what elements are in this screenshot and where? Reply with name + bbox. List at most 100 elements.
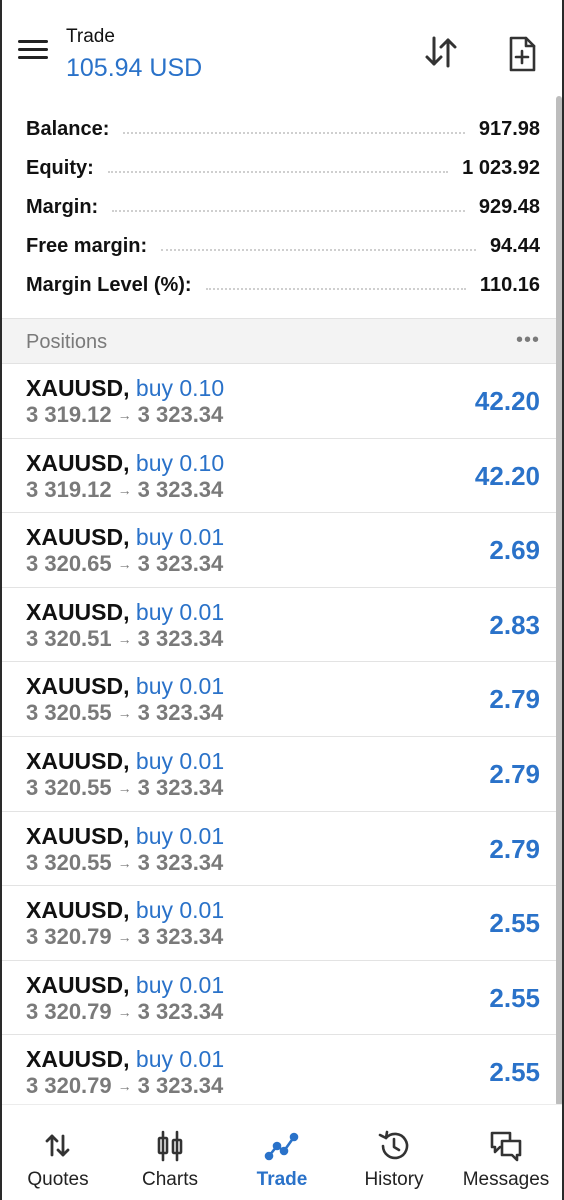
position-symbol: XAUUSD, [26,449,130,476]
menu-icon[interactable] [18,40,48,64]
free-margin-value: 94.44 [489,235,540,257]
position-direction: buy 0.01 [135,897,225,924]
page-title: Trade [66,26,115,47]
position-symbol: XAUUSD, [26,598,130,625]
scrollbar[interactable] [556,96,562,1106]
trade-screen: Trade 105.94 USD Balance: 917.98 Equity:… [0,0,564,1200]
arrow-right-icon: → [117,630,132,647]
position-profit: 2.55 [489,982,540,1013]
position-symbol: XAUUSD, [26,673,130,700]
account-summary: Balance: 917.98 Equity: 1 023.92 Margin:… [2,110,562,305]
open-price: 3 319.12 [26,476,112,502]
equity-label: Equity: [26,157,94,179]
position-symbol: XAUUSD, [26,524,130,551]
position-profit: 2.79 [489,833,540,864]
dotted-leader [205,287,466,290]
nav-quotes[interactable]: Quotes [2,1105,114,1200]
current-price: 3 323.34 [137,625,224,651]
position-row[interactable]: XAUUSD, buy 0.01 3 320.55 → 3 323.34 2.79 [2,662,562,737]
position-direction: buy 0.01 [135,524,225,551]
arrow-right-icon: → [117,1003,132,1020]
position-row[interactable]: XAUUSD, buy 0.01 3 320.55 → 3 323.34 2.79 [2,812,562,887]
open-price: 3 320.55 [26,849,112,875]
position-row[interactable]: XAUUSD, buy 0.10 3 319.12 → 3 323.34 42.20 [2,439,562,514]
messages-icon [490,1131,522,1162]
position-direction: buy 0.01 [135,822,225,849]
position-symbol: XAUUSD, [26,822,130,849]
dotted-leader [112,209,465,212]
current-price: 3 323.34 [137,998,224,1024]
nav-charts[interactable]: Charts [114,1105,226,1200]
margin-row: Margin: 929.48 [2,188,562,227]
current-price: 3 323.34 [137,924,224,950]
position-row[interactable]: XAUUSD, buy 0.01 3 320.79 → 3 323.34 2.55 [2,886,562,961]
positions-list: XAUUSD, buy 0.10 3 319.12 → 3 323.34 42.20… [2,364,562,1110]
position-direction: buy 0.01 [135,747,225,774]
current-price: 3 323.34 [137,1073,224,1099]
open-price: 3 320.79 [26,1073,112,1099]
arrow-right-icon: → [117,929,132,946]
dotted-leader [107,170,449,173]
margin-label: Margin: [26,196,99,218]
arrow-right-icon: → [117,705,132,722]
position-symbol: XAUUSD, [26,1046,130,1073]
balance-label: Balance: [26,118,110,140]
position-profit: 2.79 [489,758,540,789]
position-row[interactable]: XAUUSD, buy 0.01 3 320.51 → 3 323.34 2.83 [2,588,562,663]
position-profit: 2.69 [489,535,540,566]
position-direction: buy 0.01 [135,1046,225,1073]
positions-header: Positions ••• [2,318,562,364]
open-price: 3 320.65 [26,551,112,577]
margin-level-value: 110.16 [479,274,540,296]
equity-row: Equity: 1 023.92 [2,149,562,188]
balance-value: 917.98 [478,118,540,140]
position-symbol: XAUUSD, [26,747,130,774]
free-margin-row: Free margin: 94.44 [2,227,562,266]
balance-row: Balance: 917.98 [2,110,562,149]
free-margin-label: Free margin: [26,235,148,257]
nav-charts-label: Charts [142,1169,198,1190]
history-icon [378,1130,409,1160]
position-row[interactable]: XAUUSD, buy 0.01 3 320.55 → 3 323.34 2.79 [2,737,562,812]
nav-quotes-label: Quotes [27,1169,89,1190]
margin-level-label: Margin Level (%): [26,274,192,296]
position-row[interactable]: XAUUSD, buy 0.10 3 319.12 → 3 323.34 42.20 [2,364,562,439]
top-bar: Trade 105.94 USD [2,0,562,100]
position-direction: buy 0.01 [135,598,225,625]
position-row[interactable]: XAUUSD, buy 0.01 3 320.79 → 3 323.34 2.55 [2,961,562,1036]
sort-icon[interactable] [422,34,462,70]
nav-history-label: History [364,1169,424,1190]
position-symbol: XAUUSD, [26,971,130,998]
margin-level-row: Margin Level (%): 110.16 [2,266,562,305]
nav-trade-label: Trade [256,1169,308,1190]
arrow-right-icon: → [117,407,132,423]
position-profit: 2.55 [489,908,540,939]
new-order-icon[interactable] [502,34,542,74]
margin-value: 929.48 [478,196,540,218]
position-direction: buy 0.10 [135,375,225,401]
nav-history[interactable]: History [338,1105,450,1200]
dotted-leader [161,248,476,251]
position-profit: 2.83 [489,609,540,640]
position-profit: 42.20 [474,460,540,491]
arrow-right-icon: → [117,556,132,573]
positions-label: Positions [26,331,108,353]
position-direction: buy 0.01 [135,673,225,700]
arrow-right-icon: → [117,481,132,498]
position-profit: 2.55 [489,1057,540,1088]
nav-messages[interactable]: Messages [450,1105,562,1200]
current-price: 3 323.34 [137,402,224,427]
current-price: 3 323.34 [137,476,224,502]
position-row[interactable]: XAUUSD, buy 0.01 3 320.65 → 3 323.34 2.69 [2,513,562,588]
nav-trade[interactable]: Trade [226,1105,338,1200]
more-options-icon[interactable]: ••• [516,330,540,350]
dotted-leader [123,131,465,134]
current-price: 3 323.34 [137,774,224,800]
profit-total: 105.94 USD [66,54,203,82]
equity-value: 1 023.92 [462,157,540,179]
position-row[interactable]: XAUUSD, buy 0.01 3 320.79 → 3 323.34 2.55 [2,1035,562,1110]
position-direction: buy 0.01 [135,971,225,998]
arrow-right-icon: → [117,779,132,796]
nav-messages-label: Messages [462,1169,550,1190]
open-price: 3 320.79 [26,998,112,1024]
